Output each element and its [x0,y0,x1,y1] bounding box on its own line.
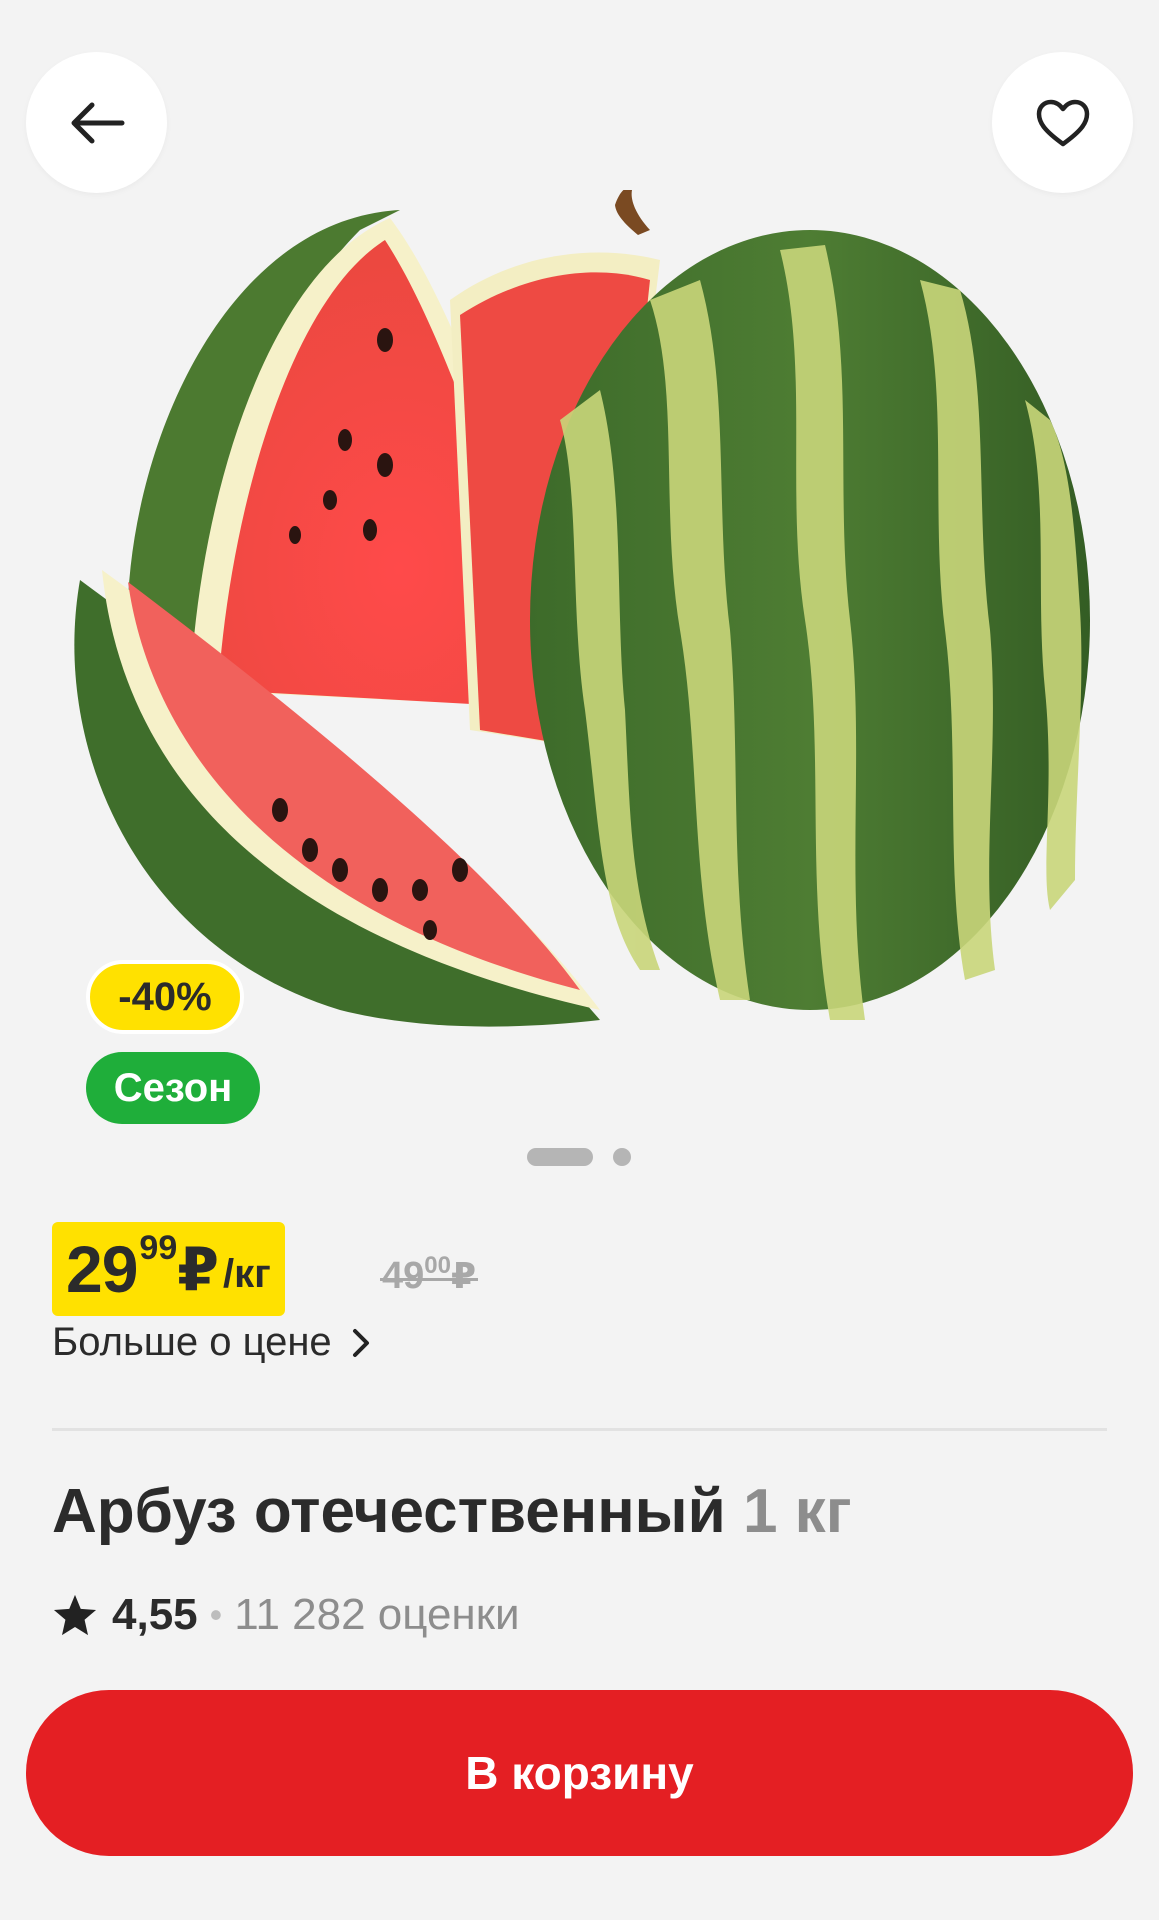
old-price-integer: 49 [382,1255,425,1297]
price-currency: ₽ [177,1236,219,1303]
product-weight: 1 кг [742,1477,852,1546]
product-rating[interactable]: 4,55 • 11 282 оценки [52,1590,520,1640]
product-name: Арбуз отечественный [52,1477,726,1546]
pagination-dot-active[interactable] [527,1148,593,1166]
more-about-price-link[interactable]: Больше о цене [52,1320,370,1365]
rating-separator: • [209,1594,223,1635]
old-price-fraction: 00 [424,1252,451,1279]
reviews-count: 11 282 оценки [234,1590,520,1639]
old-price: 49 00 ₽ [380,1252,479,1300]
pagination-dot[interactable] [613,1148,631,1166]
more-about-price-label: Больше о цене [52,1320,332,1364]
product-title: Арбуз отечественный 1 кг [52,1476,852,1547]
heart-outline-icon [1036,99,1089,146]
rating-value: 4,55 [112,1590,198,1639]
chevron-right-icon [352,1328,369,1357]
price-fraction: 99 [139,1229,178,1267]
gallery-pagination [527,1148,631,1166]
strikethrough-line [380,1278,479,1281]
arrow-left-icon [71,102,124,143]
back-button[interactable] [26,52,167,193]
add-to-cart-button[interactable]: В корзину [26,1690,1133,1856]
product-image[interactable] [40,190,1120,1070]
price-integer: 29 [66,1232,138,1306]
season-badge: Сезон [86,1052,260,1124]
divider [52,1428,1107,1431]
current-price: 29 99 ₽ /кг [52,1222,285,1316]
price-unit: /кг [223,1252,271,1296]
star-icon [53,1594,97,1636]
discount-badge: -40% [86,960,244,1034]
old-price-currency: ₽ [450,1255,477,1296]
favorite-button[interactable] [992,52,1133,193]
